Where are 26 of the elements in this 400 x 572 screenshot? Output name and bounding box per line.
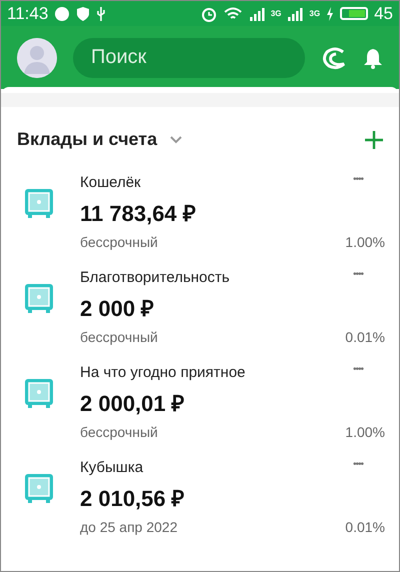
masked-number: ••••: [352, 364, 363, 377]
interest-rate: 0.01%: [345, 329, 385, 345]
account-term: до 25 апр 2022: [80, 519, 178, 535]
account-term: бессрочный: [80, 234, 158, 250]
interest-rate: 0.01%: [345, 519, 385, 535]
account-name[interactable]: На что угодно приятное: [80, 364, 246, 381]
masked-number: ••••: [352, 459, 363, 472]
account-balance: 2 010,56 ₽: [80, 485, 186, 512]
network-label: 3G: [270, 9, 282, 18]
search-field[interactable]: Поиск: [73, 38, 305, 78]
masked-number: ••••: [352, 174, 363, 187]
masked-number: ••••: [352, 269, 363, 282]
account-balance: 2 000 ₽: [80, 295, 156, 322]
section-title: Вклады и счета: [17, 129, 158, 150]
account-balance: 11 783,64 ₽: [80, 200, 197, 227]
battery-percent: 45: [374, 4, 393, 24]
interest-rate: 1.00%: [345, 234, 385, 250]
account-name[interactable]: Кошелёк: [80, 174, 141, 191]
account-balance: 2 000,01 ₽: [80, 390, 186, 417]
clock-time: 11:43: [7, 4, 48, 24]
interest-rate: 1.00%: [345, 424, 385, 440]
network-label: 3G: [309, 9, 320, 18]
account-term: бессрочный: [80, 424, 158, 440]
account-term: бессрочный: [80, 329, 158, 345]
account-name[interactable]: Благотворительность: [80, 269, 230, 286]
account-name[interactable]: Кубышка: [80, 459, 144, 476]
